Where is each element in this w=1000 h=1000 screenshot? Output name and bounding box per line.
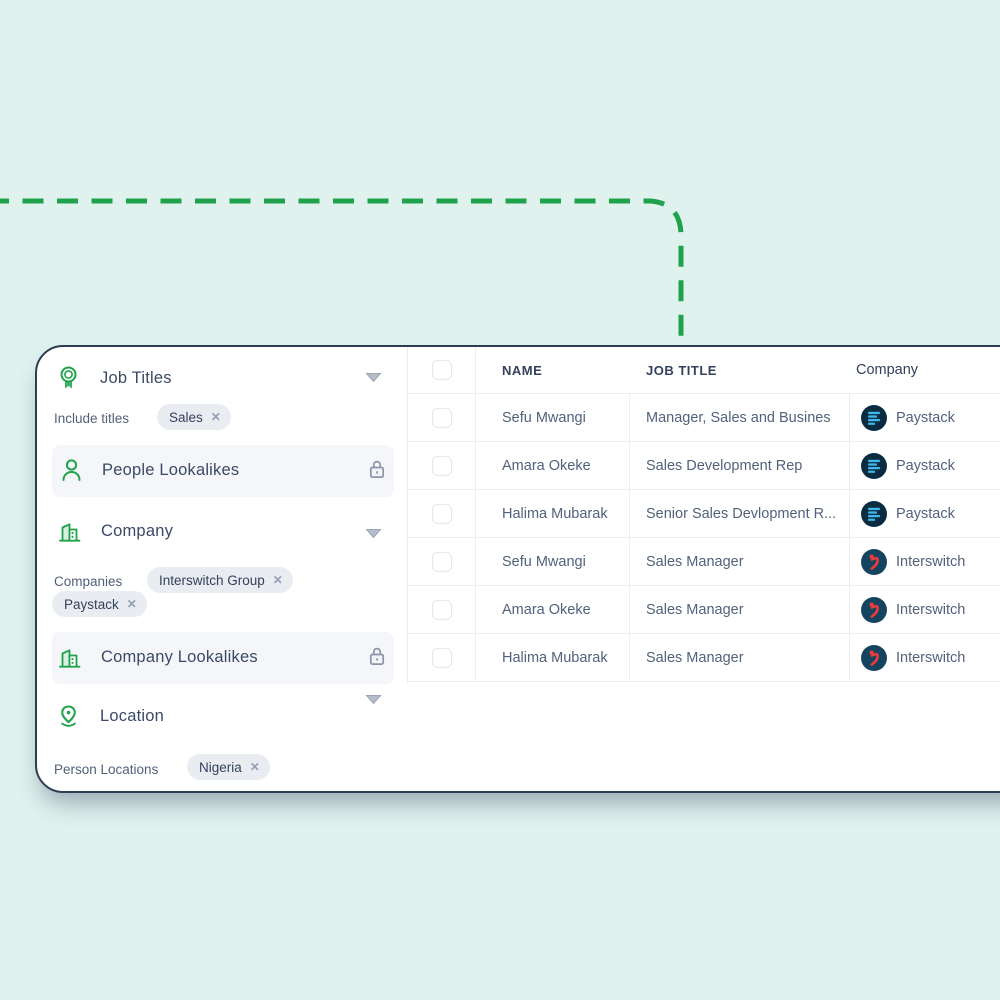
- table-row[interactable]: Amara Okeke Sales Development Rep Paysta…: [408, 442, 1000, 490]
- row-checkbox[interactable]: [432, 552, 452, 572]
- table-row[interactable]: Halima Mubarak Sales Manager Interswitch: [408, 634, 1000, 682]
- people-lookalikes-head[interactable]: People Lookalikes: [61, 458, 239, 482]
- cell-job-title: Sales Development Rep: [630, 442, 850, 489]
- cell-name: Halima Mubarak: [476, 490, 630, 537]
- cell-company: Interswitch: [850, 634, 1000, 681]
- row-checkbox[interactable]: [432, 408, 452, 428]
- company-name: Interswitch: [896, 650, 965, 666]
- cell-name: Sefu Mwangi: [476, 394, 630, 441]
- page-background: Job Titles Include titles Sales ✕ People…: [0, 0, 1000, 1000]
- company-name: Paystack: [896, 458, 955, 474]
- column-header-job-title: JOB TITLE: [630, 347, 850, 393]
- select-all-checkbox[interactable]: [432, 360, 452, 380]
- section-label: Company: [101, 522, 173, 541]
- table-row[interactable]: Amara Okeke Sales Manager Interswitch: [408, 586, 1000, 634]
- paystack-logo-icon: [861, 501, 887, 527]
- company-name: Paystack: [896, 506, 955, 522]
- cell-name: Halima Mubarak: [476, 634, 630, 681]
- filter-tag-nigeria: Nigeria ✕: [187, 754, 270, 780]
- paystack-logo-icon: [861, 453, 887, 479]
- cell-name: Amara Okeke: [476, 442, 630, 489]
- table-row[interactable]: Halima Mubarak Senior Sales Devlopment R…: [408, 490, 1000, 538]
- tag-text: Paystack: [64, 597, 119, 612]
- person-locations-label: Person Locations: [54, 762, 158, 777]
- section-location[interactable]: Location: [57, 704, 164, 729]
- prospect-table: NAME JOB TITLE Company Sefu Mwangi Manag…: [407, 347, 1000, 683]
- row-checkbox[interactable]: [432, 648, 452, 668]
- interswitch-logo-icon: [861, 549, 887, 575]
- section-job-titles[interactable]: Job Titles: [57, 365, 172, 392]
- filters-sidebar: Job Titles Include titles Sales ✕ People…: [37, 347, 407, 791]
- remove-tag-icon[interactable]: ✕: [273, 574, 283, 586]
- company-name: Interswitch: [896, 602, 965, 618]
- map-pin-icon: [57, 704, 80, 729]
- row-checkbox[interactable]: [432, 456, 452, 476]
- cell-company: Paystack: [850, 490, 1000, 537]
- tag-text: Interswitch Group: [159, 573, 265, 588]
- cell-job-title: Sales Manager: [630, 634, 850, 681]
- column-header-name: NAME: [476, 347, 630, 393]
- person-icon: [61, 458, 82, 482]
- remove-tag-icon[interactable]: ✕: [250, 761, 260, 773]
- prospect-filter-panel: Job Titles Include titles Sales ✕ People…: [35, 345, 1000, 793]
- row-checkbox-cell: [408, 394, 476, 441]
- row-checkbox-cell: [408, 538, 476, 585]
- cell-company: Interswitch: [850, 586, 1000, 633]
- tag-text: Sales: [169, 410, 203, 425]
- lock-icon: [368, 645, 386, 667]
- company-name: Paystack: [896, 410, 955, 426]
- filter-tag-interswitch-group: Interswitch Group ✕: [147, 567, 293, 593]
- tag-text: Nigeria: [199, 760, 242, 775]
- companies-label: Companies: [54, 574, 122, 589]
- filter-tag-sales: Sales ✕: [157, 404, 231, 430]
- remove-tag-icon[interactable]: ✕: [127, 598, 137, 610]
- lock-icon: [368, 458, 386, 480]
- interswitch-logo-icon: [861, 645, 887, 671]
- table-row[interactable]: Sefu Mwangi Manager, Sales and Busines P…: [408, 394, 1000, 442]
- row-checkbox-cell: [408, 586, 476, 633]
- cell-company: Interswitch: [850, 538, 1000, 585]
- section-label: Company Lookalikes: [101, 648, 258, 667]
- company-name: Interswitch: [896, 554, 965, 570]
- cell-name: Amara Okeke: [476, 586, 630, 633]
- cell-job-title: Sales Manager: [630, 538, 850, 585]
- row-checkbox[interactable]: [432, 600, 452, 620]
- building-icon: [58, 645, 81, 670]
- row-checkbox-cell: [408, 634, 476, 681]
- include-titles-label: Include titles: [54, 411, 129, 426]
- chevron-down-icon[interactable]: [365, 372, 382, 383]
- cell-name: Sefu Mwangi: [476, 538, 630, 585]
- section-label: People Lookalikes: [102, 461, 239, 480]
- interswitch-logo-icon: [861, 597, 887, 623]
- cell-company: Paystack: [850, 442, 1000, 489]
- filter-tag-paystack: Paystack ✕: [52, 591, 147, 617]
- building-icon: [58, 519, 81, 544]
- table-row[interactable]: Sefu Mwangi Sales Manager Interswitch: [408, 538, 1000, 586]
- cell-company: Paystack: [850, 394, 1000, 441]
- row-checkbox-cell: [408, 442, 476, 489]
- cell-job-title: Manager, Sales and Busines: [630, 394, 850, 441]
- section-company[interactable]: Company: [58, 519, 173, 544]
- section-label: Location: [100, 707, 164, 726]
- chevron-down-icon[interactable]: [365, 528, 382, 539]
- section-label: Job Titles: [100, 369, 172, 388]
- column-header-company: Company: [850, 347, 1000, 393]
- remove-tag-icon[interactable]: ✕: [211, 411, 221, 423]
- row-checkbox[interactable]: [432, 504, 452, 524]
- row-checkbox-cell: [408, 490, 476, 537]
- chevron-down-icon[interactable]: [365, 694, 382, 705]
- paystack-logo-icon: [861, 405, 887, 431]
- cell-job-title: Sales Manager: [630, 586, 850, 633]
- cell-job-title: Senior Sales Devlopment R...: [630, 490, 850, 537]
- company-lookalikes-head[interactable]: Company Lookalikes: [58, 645, 258, 670]
- header-checkbox-cell: [408, 347, 476, 393]
- award-icon: [57, 365, 80, 392]
- table-header-row: NAME JOB TITLE Company: [408, 347, 1000, 394]
